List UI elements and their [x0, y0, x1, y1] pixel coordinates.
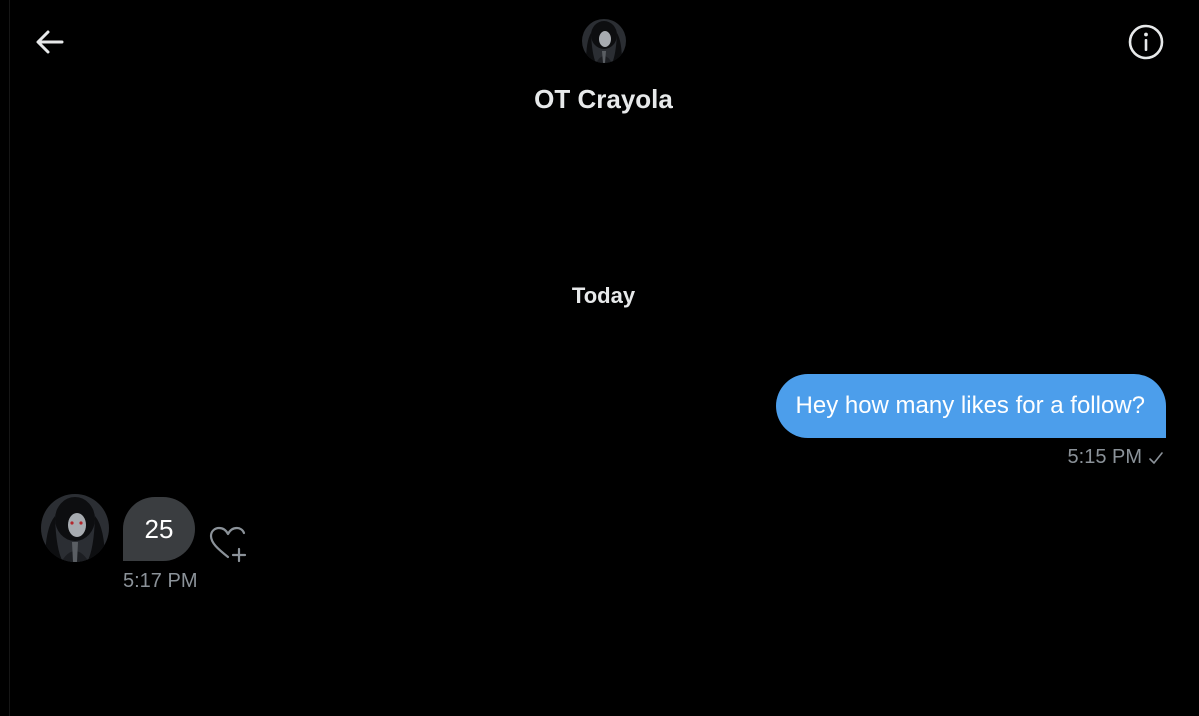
header-avatar[interactable]: [582, 19, 626, 63]
sender-avatar[interactable]: [41, 494, 109, 562]
heart-plus-icon: [209, 526, 247, 563]
outgoing-message-meta: 5:15 PM: [1068, 446, 1164, 469]
incoming-message-time: 5:17 PM: [123, 570, 198, 592]
avatar-image: [582, 19, 626, 63]
arrow-left-icon: [36, 30, 64, 54]
incoming-message-bubble[interactable]: 25: [123, 497, 195, 561]
outgoing-message-text: Hey how many likes for a follow?: [795, 392, 1145, 419]
checkmark-icon: [1149, 451, 1163, 464]
incoming-message-text: 25: [144, 513, 174, 544]
react-button[interactable]: [206, 522, 250, 566]
info-button[interactable]: [1124, 20, 1168, 64]
outgoing-message-time: 5:15 PM: [1067, 446, 1142, 468]
date-separator: Today: [571, 283, 636, 308]
back-button[interactable]: [28, 22, 72, 62]
avatar-image: [41, 494, 109, 562]
outgoing-message-bubble[interactable]: Hey how many likes for a follow?: [775, 374, 1166, 438]
conversation-title: OT Crayola: [534, 84, 673, 114]
info-icon: [1128, 24, 1164, 60]
